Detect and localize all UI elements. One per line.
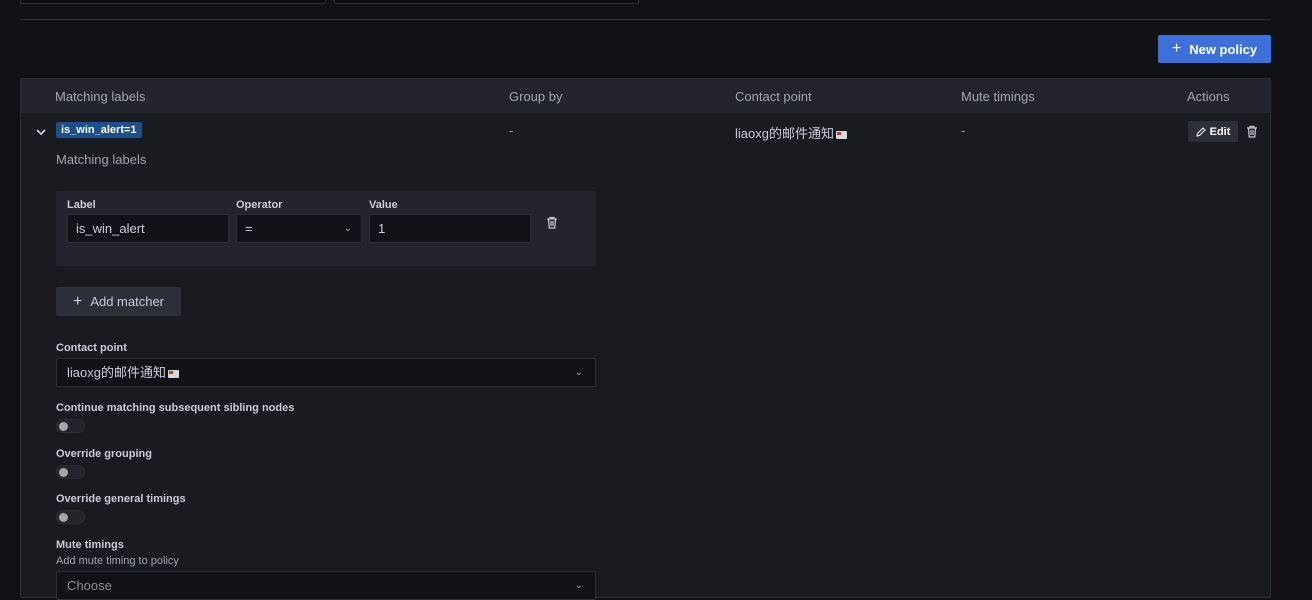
group-by-value: - [509,123,514,138]
header-contact-point: Contact point [735,89,812,104]
chevron-down-icon: ⌄ [343,223,352,234]
chevron-down-icon[interactable] [35,126,47,138]
contact-point-select[interactable]: liaoxg的邮件通知 ⌄ [56,358,596,387]
table-header: Matching labels Group by Contact point M… [21,79,1270,113]
chevron-down-icon: ⌄ [574,580,583,591]
header-matching-labels: Matching labels [55,89,146,104]
trash-icon[interactable] [546,216,558,229]
header-group-by: Group by [509,89,563,104]
plus-icon: + [1171,40,1182,57]
continue-matching-toggle[interactable] [56,419,85,433]
toggle-knob [59,513,68,522]
value-input[interactable]: 1 [369,214,531,243]
toggle-knob [59,422,68,431]
operator-header: Operator [236,199,283,211]
mute-timings-value: - [961,123,966,138]
new-policy-label: New policy [1189,41,1258,57]
pencil-icon [1195,126,1206,137]
matcher-row: Label Operator Value is_win_alert = ⌄ 1 [56,191,596,266]
edit-button[interactable]: Edit [1188,121,1238,142]
operator-select[interactable]: = ⌄ [236,214,362,243]
contact-point-label: Contact point [56,342,127,354]
email-icon [167,369,179,378]
top-filter-bar [0,0,1312,20]
continue-matching-label: Continue matching subsequent sibling nod… [56,402,295,414]
override-timings-label: Override general timings [56,493,186,505]
email-icon [835,130,847,139]
override-timings-toggle[interactable] [56,510,85,524]
policies-table: Matching labels Group by Contact point M… [20,78,1271,600]
mute-timings-label: Mute timings [56,539,124,551]
add-matcher-label: Add matcher [90,294,165,309]
header-actions: Actions [1187,89,1230,104]
mute-timings-description: Add mute timing to policy [56,555,179,567]
filter-input-top[interactable] [334,0,639,4]
mute-timings-select[interactable]: Choose ⌄ [56,571,596,600]
override-grouping-label: Override grouping [56,448,152,460]
override-grouping-toggle[interactable] [56,465,85,479]
chevron-down-icon: ⌄ [574,367,583,378]
matching-labels-title: Matching labels [56,152,147,167]
plus-icon: + [72,292,83,310]
divider [20,19,1271,20]
label-input[interactable]: is_win_alert [67,214,229,243]
value-header: Value [369,199,398,211]
add-matcher-button[interactable]: + Add matcher [56,287,181,316]
new-policy-button[interactable]: + New policy [1158,35,1271,63]
label-header: Label [67,199,96,211]
edit-label: Edit [1209,125,1231,138]
header-mute-timings: Mute timings [961,89,1035,104]
search-input-top[interactable] [20,0,326,4]
trash-icon[interactable] [1246,125,1258,138]
contact-point-value: liaoxg的邮件通知 [735,123,847,142]
matching-label-chip: is_win_alert=1 [56,122,142,138]
toggle-knob [59,468,68,477]
